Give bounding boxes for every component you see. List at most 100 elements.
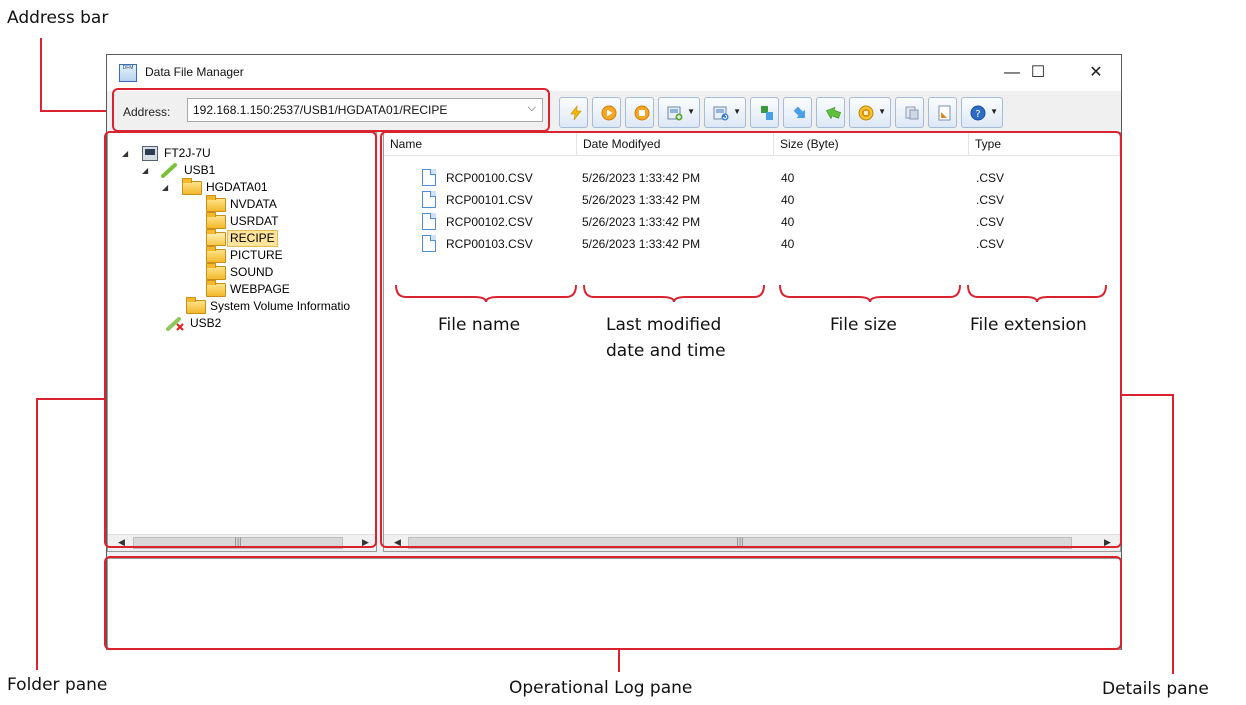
- toolbar-button-copy[interactable]: [895, 97, 924, 128]
- folder-leader-horizontal: [36, 398, 106, 400]
- table-row[interactable]: RCP00102.CSV 5/26/2023 1:33:42 PM 40 .CS…: [384, 212, 1120, 232]
- play-icon: [601, 105, 617, 121]
- log-pane-callout: Operational Log pane: [509, 678, 693, 698]
- operational-log-pane[interactable]: [107, 558, 1121, 650]
- expander-icon[interactable]: ◢: [142, 162, 152, 179]
- size-cell: 40: [781, 215, 795, 229]
- folder-pane: ◢ FT2J-7U ◢ USB1 ◢ HGDATA01 NVDATA USRDA…: [107, 132, 377, 552]
- dropdown-arrow-icon[interactable]: ▼: [878, 107, 886, 116]
- dropdown-arrow-icon[interactable]: ▼: [990, 107, 998, 116]
- date-cell: 5/26/2023 1:33:42 PM: [582, 193, 701, 207]
- toolbar-button-stop[interactable]: [625, 97, 654, 128]
- column-header-size[interactable]: Size (Byte): [774, 133, 969, 155]
- folder-icon: [206, 246, 226, 263]
- export-icon: [938, 105, 951, 121]
- address-input[interactable]: 192.168.1.150:2537/USB1/HGDATA01/RECIPE …: [187, 98, 543, 122]
- scrollbar-thumb[interactable]: |||: [408, 536, 1072, 549]
- address-bar-callout: Address bar: [7, 8, 109, 28]
- toolbar-button-run[interactable]: [592, 97, 621, 128]
- scroll-left-icon[interactable]: ◀: [394, 537, 401, 548]
- size-cell: 40: [781, 171, 795, 185]
- type-cell: .CSV: [976, 237, 1005, 251]
- folder-icon: [206, 195, 226, 212]
- date-cell: 5/26/2023 1:33:42 PM: [582, 237, 701, 251]
- table-row[interactable]: RCP00100.CSV 5/26/2023 1:33:42 PM 40 .CS…: [384, 168, 1120, 188]
- maximize-button[interactable]: ☐: [1015, 59, 1061, 87]
- toolbar-button-refresh[interactable]: ▼: [704, 97, 746, 128]
- expander-icon[interactable]: ◢: [122, 145, 132, 162]
- chevron-down-icon[interactable]: ⌵: [528, 102, 536, 115]
- date-brace: [583, 284, 765, 303]
- upload-icon: [761, 106, 773, 120]
- settings-icon: [858, 105, 874, 121]
- table-row[interactable]: RCP00101.CSV 5/26/2023 1:33:42 PM 40 .CS…: [384, 190, 1120, 210]
- table-row[interactable]: RCP00103.CSV 5/26/2023 1:33:42 PM 40 .CS…: [384, 234, 1120, 254]
- file-name-cell: RCP00101.CSV: [446, 193, 533, 207]
- new-folder-icon: [667, 106, 683, 121]
- folder-horizontal-scrollbar[interactable]: ◀ ||| ▶: [108, 534, 376, 551]
- date-cell: 5/26/2023 1:33:42 PM: [582, 171, 701, 185]
- type-cell: .CSV: [976, 193, 1005, 207]
- scroll-right-icon[interactable]: ▶: [1104, 537, 1111, 548]
- column-header-date-modified[interactable]: Date Modifyed: [577, 133, 774, 155]
- details-pane-callout: Details pane: [1102, 679, 1209, 699]
- column-header-type[interactable]: Type: [969, 133, 1120, 155]
- size-cell: 40: [781, 237, 795, 251]
- csv-file-icon: [422, 213, 436, 230]
- header-divider: [384, 155, 1120, 156]
- toolbar-button-connect[interactable]: [559, 97, 588, 128]
- column-header-name[interactable]: Name: [384, 133, 577, 155]
- csv-file-icon: [422, 235, 436, 252]
- lightning-icon: [570, 105, 582, 121]
- folder-open-icon: [206, 229, 226, 246]
- folder-pane-callout: Folder pane: [7, 675, 108, 695]
- scrollbar-thumb[interactable]: |||: [133, 536, 343, 549]
- scroll-left-icon[interactable]: ◀: [118, 537, 125, 548]
- folder-icon: [206, 280, 226, 297]
- csv-file-icon: [422, 191, 436, 208]
- copy-icon: [905, 106, 919, 120]
- address-value[interactable]: 192.168.1.150:2537/USB1/HGDATA01/RECIPE: [193, 103, 447, 117]
- grip-icon: |||: [736, 536, 744, 546]
- stop-icon: [634, 105, 650, 121]
- download-icon: [793, 106, 805, 118]
- date-cell: 5/26/2023 1:33:42 PM: [582, 215, 701, 229]
- back-arrow-icon: [825, 106, 841, 120]
- close-icon: ✕: [1089, 64, 1103, 81]
- last-modified-label: Last modified: [606, 315, 722, 335]
- toolbar-button-download[interactable]: [783, 97, 812, 128]
- file-name-cell: RCP00102.CSV: [446, 215, 533, 229]
- folder-leader-vertical: [36, 398, 38, 670]
- dropdown-arrow-icon[interactable]: ▼: [687, 107, 695, 116]
- type-cell: .CSV: [976, 171, 1005, 185]
- tree-label: USB2: [190, 316, 222, 330]
- expander-icon[interactable]: ◢: [162, 179, 172, 196]
- toolbar-button-export[interactable]: [928, 97, 957, 128]
- tree-label: NVDATA: [230, 197, 277, 211]
- usb-disconnected-icon: [166, 316, 186, 331]
- tree-label: USB1: [184, 163, 216, 177]
- dropdown-arrow-icon[interactable]: ▼: [733, 107, 741, 116]
- tree-label: WEBPAGE: [230, 282, 290, 296]
- close-button[interactable]: ✕: [1073, 59, 1119, 87]
- toolbar-button-help[interactable]: ? ▼: [961, 97, 1003, 128]
- file-name-label: File name: [438, 315, 521, 335]
- details-horizontal-scrollbar[interactable]: ◀ ||| ▶: [384, 534, 1120, 551]
- title-bar: DFM Data File Manager — ☐ ✕: [107, 55, 1121, 91]
- toolbar-button-upload[interactable]: [750, 97, 779, 128]
- type-cell: .CSV: [976, 215, 1005, 229]
- csv-file-icon: [422, 169, 436, 186]
- grip-icon: |||: [234, 536, 242, 546]
- address-leader-vertical: [40, 38, 42, 112]
- folder-icon: [186, 297, 206, 314]
- help-icon: ?: [970, 105, 986, 121]
- app-icon: DFM: [119, 64, 137, 82]
- file-size-label: File size: [830, 315, 897, 335]
- toolbar-button-new-folder[interactable]: ▼: [658, 97, 700, 128]
- tree-label: USRDAT: [230, 214, 279, 228]
- details-leader-vertical: [1172, 394, 1174, 674]
- folder-icon: [206, 263, 226, 280]
- toolbar-button-settings[interactable]: ▼: [849, 97, 891, 128]
- scroll-right-icon[interactable]: ▶: [362, 537, 369, 548]
- toolbar-button-back[interactable]: [816, 97, 845, 128]
